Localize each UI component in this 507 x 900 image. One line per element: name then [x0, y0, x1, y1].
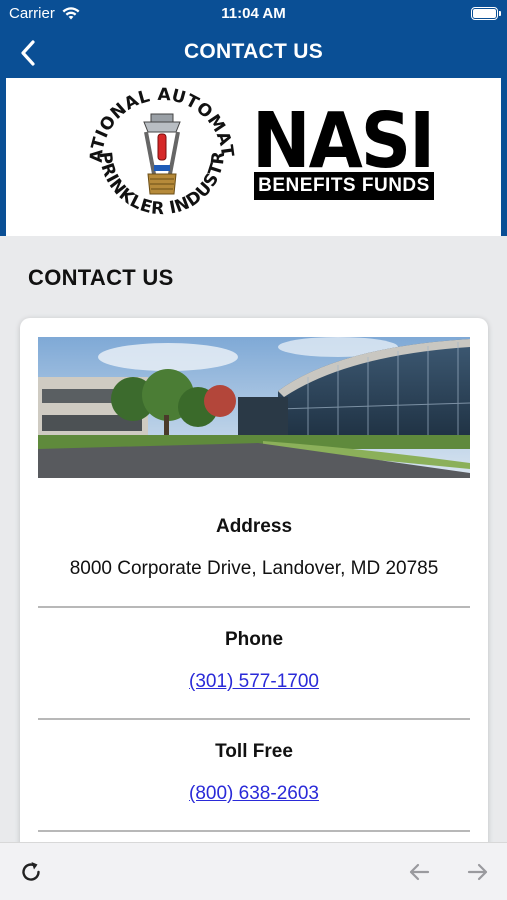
battery-icon	[471, 7, 501, 20]
status-bar: Carrier 11:04 AM	[0, 0, 507, 28]
toll-free-link[interactable]: (800) 638-2603	[189, 783, 319, 805]
toll-free-label: Toll Free	[215, 741, 293, 762]
divider	[38, 606, 470, 608]
phone-link[interactable]: (301) 577-1700	[189, 671, 319, 693]
arrow-right-icon[interactable]	[465, 859, 491, 885]
brand-sub-text: BENEFITS FUNDS	[254, 172, 434, 200]
refresh-icon[interactable]	[18, 859, 44, 885]
logo-banner: NATIONAL AUTOMATIC SPRINKLER INDUSTRY NA…	[0, 78, 507, 236]
nasi-brand-logo: NASI BENEFITS FUNDS	[252, 102, 436, 202]
office-building-photo	[38, 337, 470, 478]
phone-label: Phone	[224, 629, 284, 650]
navigation-bar: CONTACT US	[0, 28, 507, 78]
address-value: 8000 Corporate Drive, Landover, MD 20785	[69, 558, 439, 579]
browser-toolbar	[0, 842, 507, 900]
clock: 11:04 AM	[221, 5, 286, 22]
sprinkler-seal-logo: NATIONAL AUTOMATIC SPRINKLER INDUSTRY	[84, 82, 237, 219]
brand-main-text: NASI	[252, 95, 435, 186]
phone-section: Phone (301) 577-1700	[38, 629, 470, 693]
divider	[38, 718, 470, 720]
arrow-left-icon[interactable]	[406, 859, 432, 885]
address-label: Address	[215, 516, 293, 537]
page-title: CONTACT US	[28, 265, 174, 290]
address-section: Address 8000 Corporate Drive, Landover, …	[38, 516, 470, 580]
nav-title: CONTACT US	[183, 40, 324, 63]
contact-card: Address 8000 Corporate Drive, Landover, …	[20, 318, 488, 878]
divider	[38, 830, 470, 832]
toll-free-section: Toll Free (800) 638-2603	[38, 741, 470, 805]
